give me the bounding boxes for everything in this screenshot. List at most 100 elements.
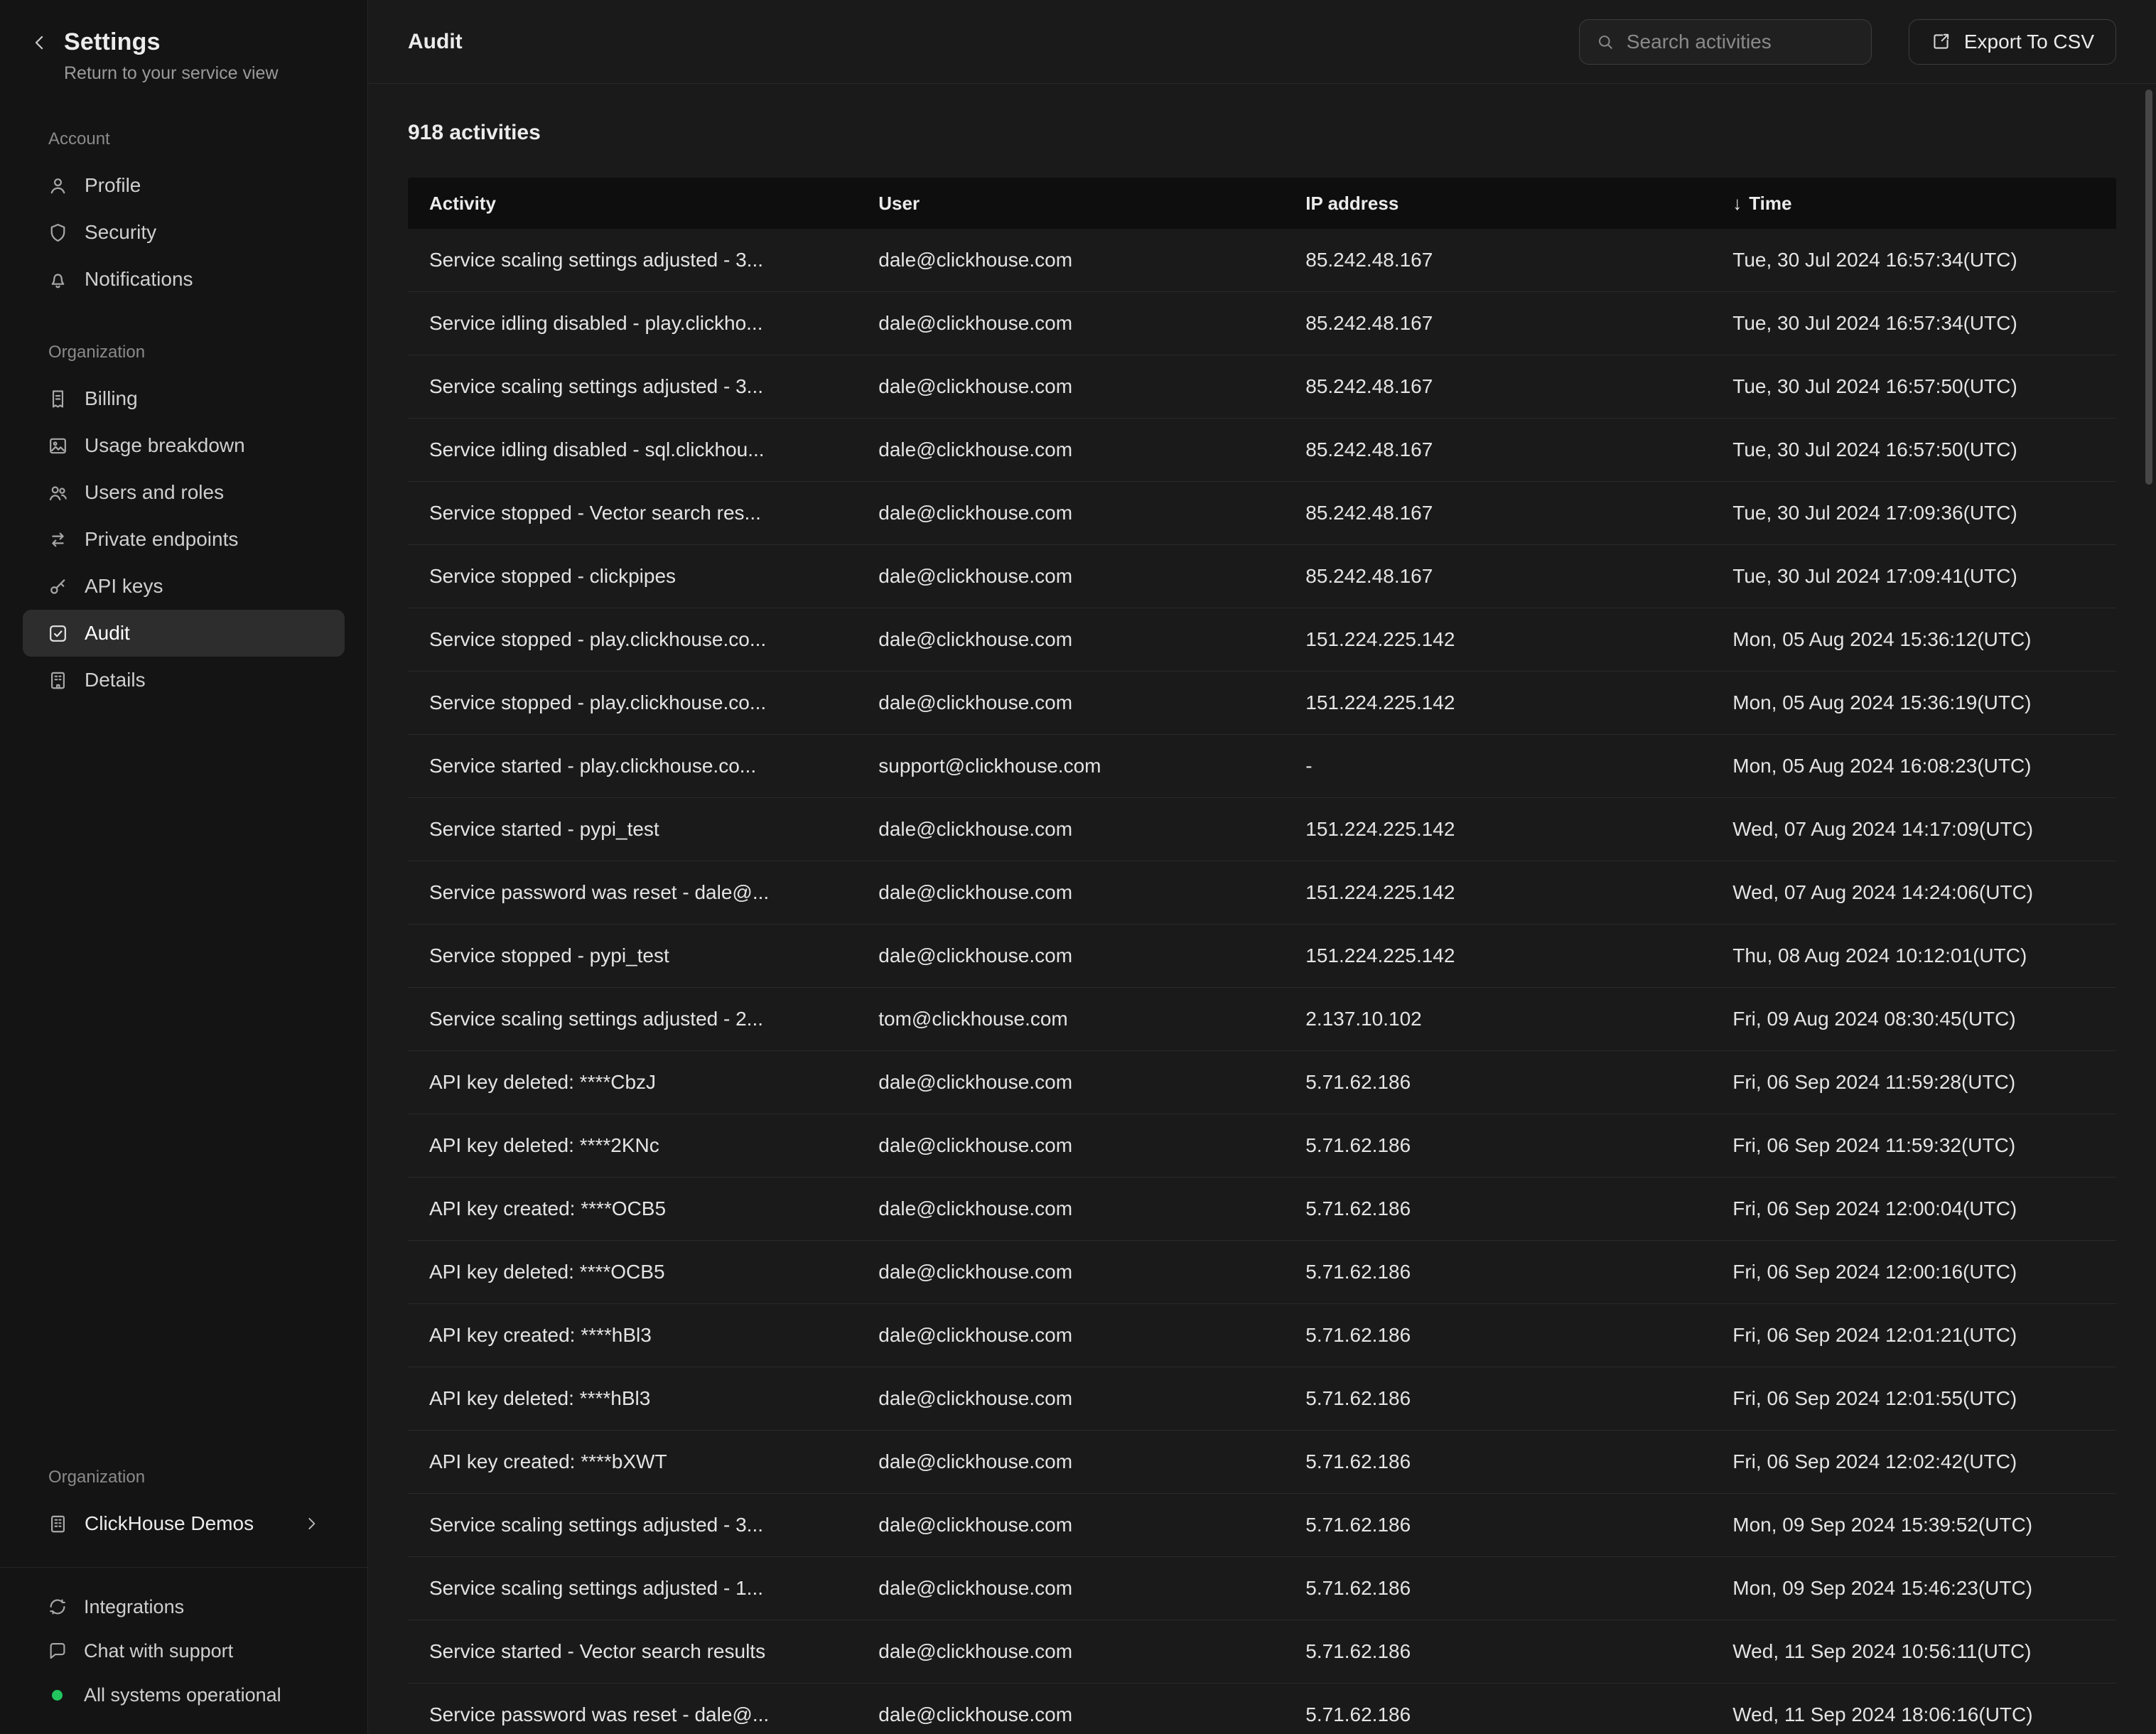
cell-ip-address: 5.71.62.186 <box>1284 1197 1711 1220</box>
table-row[interactable]: API key deleted: ****hBl3 dale@clickhous… <box>408 1367 2116 1431</box>
audit-checkbox-icon <box>47 623 69 645</box>
cell-user: dale@clickhouse.com <box>857 502 1284 524</box>
activities-count: 918 activities <box>408 121 2116 145</box>
sidebar-item-usage-breakdown[interactable]: Usage breakdown <box>23 422 345 469</box>
organization-section-label: Organization <box>48 343 345 362</box>
column-header-time[interactable]: ↓ Time <box>1711 193 2116 215</box>
page-title: Audit <box>408 30 463 54</box>
cell-user: dale@clickhouse.com <box>857 1197 1284 1220</box>
cell-ip-address: 85.242.48.167 <box>1284 565 1711 588</box>
cell-user: dale@clickhouse.com <box>857 312 1284 335</box>
table-row[interactable]: API key created: ****hBl3 dale@clickhous… <box>408 1304 2116 1367</box>
table-row[interactable]: Service scaling settings adjusted - 3...… <box>408 355 2116 419</box>
cell-activity: API key deleted: ****2KNc <box>408 1134 857 1157</box>
cell-user: dale@clickhouse.com <box>857 375 1284 398</box>
cell-ip-address: 5.71.62.186 <box>1284 1450 1711 1473</box>
integrations-link[interactable]: Integrations <box>23 1585 345 1629</box>
system-status[interactable]: All systems operational <box>23 1673 345 1717</box>
scrollbar-thumb[interactable] <box>2145 90 2152 485</box>
table-row[interactable]: Service password was reset - dale@... da… <box>408 861 2116 925</box>
table-row[interactable]: API key deleted: ****OCB5 dale@clickhous… <box>408 1241 2116 1304</box>
export-csv-button[interactable]: Export To CSV <box>1909 19 2116 65</box>
cell-ip-address: - <box>1284 755 1711 777</box>
footer-item-label: Chat with support <box>84 1640 233 1662</box>
table-row[interactable]: API key deleted: ****2KNc dale@clickhous… <box>408 1114 2116 1178</box>
sidebar-item-label: API keys <box>85 575 163 598</box>
cell-time: Fri, 06 Sep 2024 12:02:42(UTC) <box>1711 1450 2116 1473</box>
table-row[interactable]: Service started - pypi_test dale@clickho… <box>408 798 2116 861</box>
sidebar-item-users-and-roles[interactable]: Users and roles <box>23 469 345 516</box>
cell-time: Mon, 05 Aug 2024 15:36:12(UTC) <box>1711 628 2116 651</box>
cell-user: dale@clickhouse.com <box>857 565 1284 588</box>
shield-icon <box>47 222 69 244</box>
table-row[interactable]: Service stopped - Vector search res... d… <box>408 482 2116 545</box>
sidebar-item-billing[interactable]: Billing <box>23 375 345 422</box>
table-row[interactable]: API key created: ****bXWT dale@clickhous… <box>408 1431 2116 1494</box>
column-header-user[interactable]: User <box>857 193 1284 215</box>
cell-activity: Service password was reset - dale@... <box>408 1703 857 1726</box>
sidebar-item-private-endpoints[interactable]: Private endpoints <box>23 516 345 563</box>
search-icon <box>1595 32 1615 52</box>
cell-time: Mon, 05 Aug 2024 15:36:19(UTC) <box>1711 691 2116 714</box>
cell-ip-address: 5.71.62.186 <box>1284 1640 1711 1663</box>
sidebar-title: Settings <box>64 28 279 56</box>
sidebar-item-profile[interactable]: Profile <box>23 162 345 209</box>
org-switcher-name: ClickHouse Demos <box>85 1512 254 1535</box>
cell-user: dale@clickhouse.com <box>857 1071 1284 1094</box>
table-body: Service scaling settings adjusted - 3...… <box>408 229 2116 1734</box>
cell-activity: Service scaling settings adjusted - 3... <box>408 249 857 271</box>
cell-ip-address: 151.224.225.142 <box>1284 818 1711 841</box>
cell-activity: Service started - pypi_test <box>408 818 857 841</box>
receipt-icon <box>47 388 69 410</box>
column-header-ip[interactable]: IP address <box>1284 193 1711 215</box>
sidebar-footer: Integrations Chat with support All syste… <box>0 1567 367 1717</box>
cell-ip-address: 5.71.62.186 <box>1284 1703 1711 1726</box>
cell-time: Fri, 06 Sep 2024 11:59:32(UTC) <box>1711 1134 2116 1157</box>
back-button[interactable] <box>26 28 54 57</box>
table-row[interactable]: Service idling disabled - sql.clickhou..… <box>408 419 2116 482</box>
table-row[interactable]: Service idling disabled - play.clickho..… <box>408 292 2116 355</box>
cell-activity: Service started - Vector search results <box>408 1640 857 1663</box>
chat-support-link[interactable]: Chat with support <box>23 1629 345 1673</box>
cell-time: Tue, 30 Jul 2024 16:57:50(UTC) <box>1711 438 2116 461</box>
sidebar-item-audit[interactable]: Audit <box>23 610 345 657</box>
building-icon <box>47 669 69 691</box>
cell-user: dale@clickhouse.com <box>857 944 1284 967</box>
sidebar-item-label: Usage breakdown <box>85 434 245 457</box>
table-row[interactable]: Service started - Vector search results … <box>408 1620 2116 1684</box>
cell-user: dale@clickhouse.com <box>857 691 1284 714</box>
table-row[interactable]: Service password was reset - dale@... da… <box>408 1684 2116 1734</box>
sidebar-item-security[interactable]: Security <box>23 209 345 256</box>
table-row[interactable]: API key deleted: ****CbzJ dale@clickhous… <box>408 1051 2116 1114</box>
column-header-activity[interactable]: Activity <box>408 193 857 215</box>
table-row[interactable]: Service stopped - clickpipes dale@clickh… <box>408 545 2116 608</box>
cell-ip-address: 85.242.48.167 <box>1284 438 1711 461</box>
cell-user: dale@clickhouse.com <box>857 1324 1284 1347</box>
sidebar-item-notifications[interactable]: Notifications <box>23 256 345 303</box>
sidebar-item-details[interactable]: Details <box>23 657 345 704</box>
org-switcher[interactable]: ClickHouse Demos <box>23 1500 345 1547</box>
table-row[interactable]: Service scaling settings adjusted - 1...… <box>408 1557 2116 1620</box>
cell-ip-address: 5.71.62.186 <box>1284 1387 1711 1410</box>
cell-user: dale@clickhouse.com <box>857 1703 1284 1726</box>
cell-time: Mon, 09 Sep 2024 15:39:52(UTC) <box>1711 1514 2116 1536</box>
sidebar-item-label: Audit <box>85 622 130 645</box>
table-row[interactable]: Service stopped - play.clickhouse.co... … <box>408 672 2116 735</box>
table-row[interactable]: Service stopped - pypi_test dale@clickho… <box>408 925 2116 988</box>
cell-activity: API key created: ****OCB5 <box>408 1197 857 1220</box>
table-row[interactable]: Service scaling settings adjusted - 3...… <box>408 229 2116 292</box>
cell-time: Wed, 11 Sep 2024 18:06:16(UTC) <box>1711 1703 2116 1726</box>
cell-time: Fri, 06 Sep 2024 12:00:16(UTC) <box>1711 1261 2116 1283</box>
audit-main: Audit Export To CSV 918 activities Activ… <box>368 0 2156 1734</box>
table-row[interactable]: API key created: ****OCB5 dale@clickhous… <box>408 1178 2116 1241</box>
table-row[interactable]: Service started - play.clickhouse.co... … <box>408 735 2116 798</box>
search-input[interactable] <box>1627 31 1855 53</box>
table-row[interactable]: Service scaling settings adjusted - 3...… <box>408 1494 2116 1557</box>
table-row[interactable]: Service scaling settings adjusted - 2...… <box>408 988 2116 1051</box>
users-icon <box>47 482 69 504</box>
cell-ip-address: 5.71.62.186 <box>1284 1514 1711 1536</box>
cell-time: Thu, 08 Aug 2024 10:12:01(UTC) <box>1711 944 2116 967</box>
sidebar-item-api-keys[interactable]: API keys <box>23 563 345 610</box>
table-row[interactable]: Service stopped - play.clickhouse.co... … <box>408 608 2116 672</box>
cell-time: Tue, 30 Jul 2024 17:09:36(UTC) <box>1711 502 2116 524</box>
